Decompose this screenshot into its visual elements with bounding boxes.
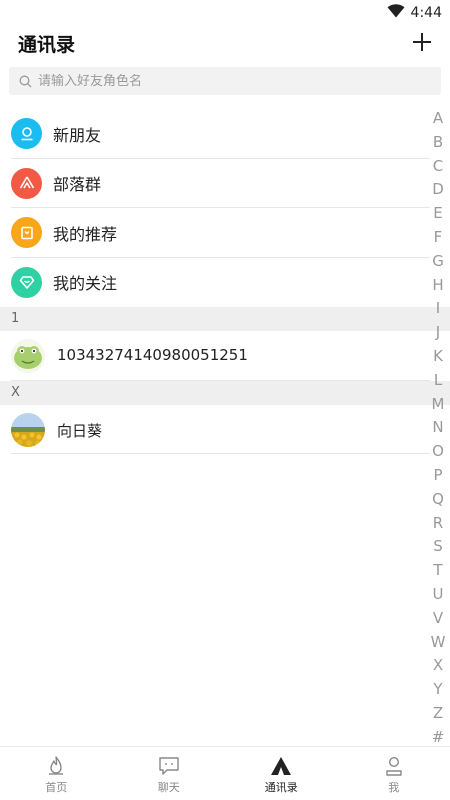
sunflower-avatar xyxy=(11,412,45,447)
tribe-icon xyxy=(11,167,42,199)
contact-name: 10343274140980051251 xyxy=(57,346,248,364)
tab-contacts-label: 通讯录 xyxy=(264,781,298,794)
plus-icon xyxy=(413,33,431,51)
index-letter[interactable]: T xyxy=(428,559,448,583)
index-letter[interactable]: X xyxy=(428,654,448,678)
new-friend-icon xyxy=(11,118,42,149)
new-friends-label: 新朋友 xyxy=(53,125,102,145)
index-letter[interactable]: Q xyxy=(428,488,448,512)
flame-icon xyxy=(45,755,67,777)
page-title: 通讯录 xyxy=(18,34,76,56)
tab-chat[interactable]: 聊天 xyxy=(113,747,226,800)
alphabet-index[interactable]: A B C D E F G H I J K L M N O P Q R S T U V W X Y Z # xyxy=(428,107,448,750)
contact-row[interactable]: 向日葵 xyxy=(0,405,450,454)
index-letter[interactable]: G xyxy=(428,250,448,274)
tribe-group-item[interactable]: 部落群 xyxy=(0,159,450,208)
status-bar: 4:44 xyxy=(0,0,450,24)
section-header-x: X xyxy=(0,380,450,405)
status-time: 4:44 xyxy=(410,4,442,21)
header: 通讯录 xyxy=(0,24,450,64)
tab-home-label: 首页 xyxy=(45,781,68,794)
index-letter[interactable]: W xyxy=(428,631,448,655)
contact-list: 新朋友 部落群 我的推荐 我的关注 1 10343274140980051251… xyxy=(0,109,450,454)
tribe-group-label: 部落群 xyxy=(53,175,102,195)
search-bar[interactable] xyxy=(9,67,441,95)
search-input[interactable] xyxy=(38,73,418,89)
contact-row[interactable]: 10343274140980051251 xyxy=(0,331,450,381)
index-letter[interactable]: P xyxy=(428,464,448,488)
index-letter[interactable]: M xyxy=(428,393,448,417)
my-follow-item[interactable]: 我的关注 xyxy=(0,258,450,308)
index-letter[interactable]: K xyxy=(428,345,448,369)
index-letter[interactable]: F xyxy=(428,226,448,250)
index-letter[interactable]: Z xyxy=(428,702,448,726)
my-recommend-label: 我的推荐 xyxy=(53,224,118,244)
index-letter[interactable]: S xyxy=(428,535,448,559)
chat-icon xyxy=(158,755,180,777)
divider xyxy=(11,453,430,454)
tab-me[interactable]: 我 xyxy=(338,747,450,800)
index-letter[interactable]: A xyxy=(428,107,448,131)
index-letter[interactable]: B xyxy=(428,131,448,155)
my-follow-label: 我的关注 xyxy=(53,274,118,294)
tab-home[interactable]: 首页 xyxy=(0,747,113,800)
recommend-icon xyxy=(11,217,42,248)
new-friends-item[interactable]: 新朋友 xyxy=(0,109,450,159)
index-letter[interactable]: C xyxy=(428,155,448,179)
search-icon xyxy=(19,75,32,88)
tab-me-label: 我 xyxy=(388,781,400,794)
index-letter[interactable]: H xyxy=(428,274,448,298)
tab-chat-label: 聊天 xyxy=(157,781,180,794)
index-letter[interactable]: I xyxy=(428,297,448,321)
index-letter[interactable]: V xyxy=(428,607,448,631)
divider xyxy=(11,379,430,381)
section-header-1: 1 xyxy=(0,307,450,331)
add-button[interactable] xyxy=(408,28,436,56)
my-recommend-item[interactable]: 我的推荐 xyxy=(0,208,450,258)
index-letter[interactable]: L xyxy=(428,369,448,393)
tent-icon xyxy=(270,755,292,777)
tab-contacts[interactable]: 通讯录 xyxy=(225,747,338,800)
contact-name: 向日葵 xyxy=(57,421,103,440)
index-letter[interactable]: Y xyxy=(428,678,448,702)
frog-avatar xyxy=(11,339,45,373)
index-letter[interactable]: E xyxy=(428,202,448,226)
bottom-tab-bar: 首页 聊天 通讯录 我 xyxy=(0,746,450,800)
status-icons: 4:44 xyxy=(387,3,442,22)
index-letter[interactable]: D xyxy=(428,178,448,202)
index-letter[interactable]: U xyxy=(428,583,448,607)
person-icon xyxy=(383,755,405,777)
index-letter[interactable]: O xyxy=(428,440,448,464)
index-letter[interactable]: R xyxy=(428,512,448,536)
wifi-icon xyxy=(387,3,405,22)
index-letter[interactable]: J xyxy=(428,321,448,345)
follow-icon xyxy=(11,266,42,298)
index-letter[interactable]: N xyxy=(428,416,448,440)
